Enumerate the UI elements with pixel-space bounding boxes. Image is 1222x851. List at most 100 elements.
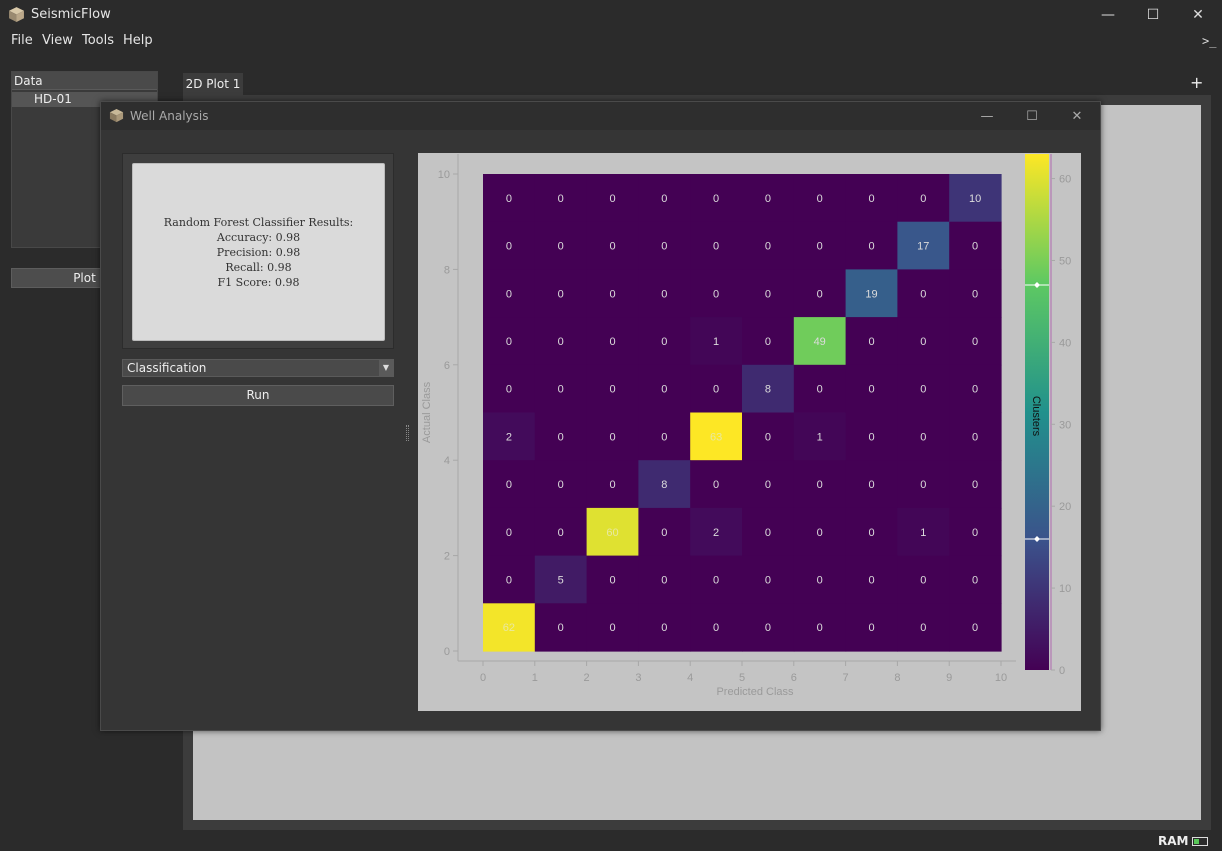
dialog-minimize-button[interactable]: — (967, 102, 1007, 130)
cell-value-label: 5 (558, 574, 564, 586)
cell-value-label: 0 (661, 193, 667, 205)
cell-value-label: 1 (920, 527, 926, 539)
cell-value-label: 0 (558, 622, 564, 634)
results-f1: F1 Score: 0.98 (217, 275, 300, 289)
cell-value-label: 0 (661, 288, 667, 300)
cell-value-label: 0 (558, 193, 564, 205)
cell-value-label: 0 (609, 622, 615, 634)
dialog-maximize-button[interactable]: ☐ (1012, 102, 1052, 130)
cell-value-label: 0 (920, 479, 926, 491)
cell-value-label: 0 (972, 336, 978, 348)
data-panel-header: Data (12, 72, 157, 90)
cell-value-label: 0 (609, 336, 615, 348)
x-axis-label: Predicted Class (716, 686, 794, 698)
y-tick-label: 2 (444, 551, 450, 563)
results-accuracy: Accuracy: 0.98 (216, 230, 301, 244)
colorbar-tick-label: 50 (1059, 255, 1071, 267)
cell-value-label: 0 (713, 384, 719, 396)
cell-value-label: 2 (713, 527, 719, 539)
dialog-title: Well Analysis (130, 109, 209, 123)
x-tick-label: 6 (791, 672, 797, 684)
dialog-close-button[interactable]: ✕ (1057, 102, 1097, 130)
colorbar-tick-label: 20 (1059, 501, 1071, 513)
cell-value-label: 0 (661, 384, 667, 396)
run-button[interactable]: Run (122, 385, 394, 406)
cell-value-label: 0 (868, 336, 874, 348)
y-tick-label: 8 (444, 264, 450, 276)
x-tick-label: 7 (843, 672, 849, 684)
cell-value-label: 8 (661, 479, 667, 491)
cell-value-label: 0 (765, 431, 771, 443)
add-tab-button[interactable]: + (1190, 73, 1203, 92)
cell-value-label: 0 (609, 288, 615, 300)
y-tick-label: 4 (444, 455, 450, 467)
colorbar-tick-label: 10 (1059, 583, 1071, 595)
cell-value-label: 0 (868, 527, 874, 539)
cell-value-label: 0 (506, 527, 512, 539)
cell-value-label: 0 (765, 622, 771, 634)
menu-bar: File View Tools Help (0, 30, 1222, 52)
cell-value-label: 0 (713, 622, 719, 634)
cube-icon (9, 7, 24, 22)
menu-file[interactable]: File (11, 33, 33, 48)
cell-value-label: 0 (661, 431, 667, 443)
x-tick-label: 2 (584, 672, 590, 684)
cell-value-label: 0 (713, 574, 719, 586)
cell-value-label: 0 (558, 384, 564, 396)
terminal-icon[interactable]: >_ (1202, 34, 1216, 48)
cell-value-label: 0 (765, 479, 771, 491)
tab-2d-plot-1[interactable]: 2D Plot 1 (183, 73, 243, 95)
cell-value-label: 19 (865, 288, 877, 300)
cell-value-label: 49 (814, 336, 826, 348)
close-button[interactable]: ✕ (1175, 0, 1221, 30)
x-tick-label: 4 (687, 672, 693, 684)
cell-value-label: 0 (506, 336, 512, 348)
cell-value-label: 0 (920, 384, 926, 396)
x-tick-label: 3 (635, 672, 641, 684)
results-text: Random Forest Classifier Results: Accura… (164, 215, 353, 290)
cell-value-label: 1 (817, 431, 823, 443)
cell-value-label: 0 (609, 574, 615, 586)
chevron-down-icon[interactable]: ▼ (379, 360, 393, 376)
cell-value-label: 0 (609, 384, 615, 396)
maximize-button[interactable]: ☐ (1130, 0, 1176, 30)
menu-help[interactable]: Help (123, 33, 153, 48)
cell-value-label: 0 (661, 574, 667, 586)
results-box: Random Forest Classifier Results: Accura… (132, 163, 385, 341)
splitter-handle[interactable] (406, 425, 409, 441)
colorbar-tick-label: 60 (1059, 174, 1071, 186)
cell-value-label: 0 (765, 288, 771, 300)
cell-value-label: 0 (972, 431, 978, 443)
cell-value-label: 0 (920, 574, 926, 586)
confusion-matrix-svg: 0 0 0 0 0 0 0 0 0 100 0 0 0 0 0 0 0 17 00 0 0 0 0 0 0 19 0 00 0 0 0 1 0 4… (421, 154, 1071, 698)
cell-value-label: 0 (765, 193, 771, 205)
cell-value-label: 0 (817, 527, 823, 539)
well-analysis-dialog: Well Analysis — ☐ ✕ Random Forest Classi… (100, 101, 1101, 731)
cell-value-label: 0 (558, 479, 564, 491)
menu-view[interactable]: View (42, 33, 73, 48)
y-tick-label: 6 (444, 360, 450, 372)
cell-value-label: 0 (765, 241, 771, 253)
cell-value-label: 0 (558, 288, 564, 300)
cell-value-label: 0 (817, 384, 823, 396)
cell-value-label: 10 (969, 193, 981, 205)
cell-value-label: 0 (972, 288, 978, 300)
cell-value-label: 0 (713, 479, 719, 491)
colorbar-tick-label: 0 (1059, 665, 1065, 677)
mode-select[interactable]: Classification ▼ (122, 359, 394, 377)
cell-value-label: 0 (972, 622, 978, 634)
cell-value-label: 0 (558, 336, 564, 348)
cell-value-label: 60 (606, 527, 618, 539)
cell-value-label: 0 (661, 622, 667, 634)
menu-tools[interactable]: Tools (82, 33, 114, 48)
dialog-title-bar[interactable]: Well Analysis — ☐ ✕ (101, 102, 1100, 130)
colorbar-tick-label: 30 (1059, 419, 1071, 431)
cell-value-label: 0 (558, 527, 564, 539)
cell-value-label: 0 (868, 384, 874, 396)
cell-value-label: 0 (506, 288, 512, 300)
cell-value-label: 0 (506, 193, 512, 205)
cell-value-label: 0 (817, 193, 823, 205)
minimize-button[interactable]: — (1085, 0, 1131, 30)
cell-value-label: 2 (506, 431, 512, 443)
cell-value-label: 63 (710, 431, 722, 443)
